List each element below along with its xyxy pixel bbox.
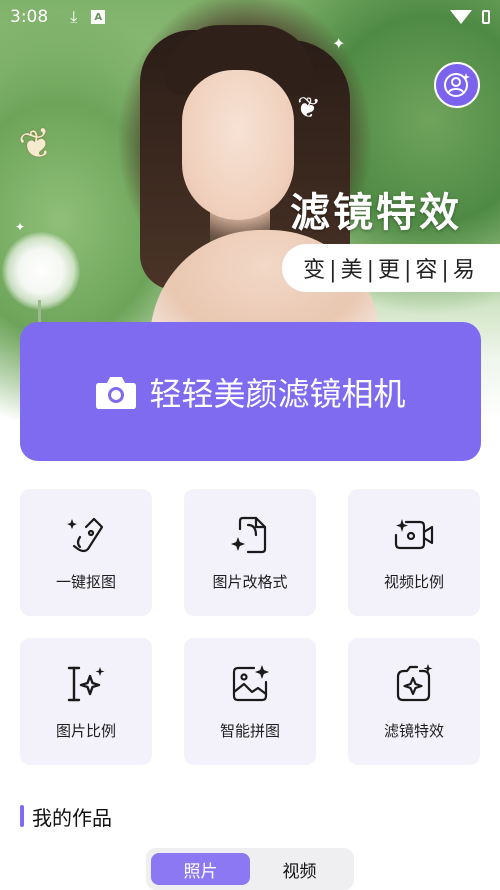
status-bar: 3:08 ⤓ A	[0, 0, 500, 34]
feature-smart-collage[interactable]: 智能拼图	[184, 638, 316, 765]
status-time: 3:08	[10, 7, 49, 27]
file-convert-icon	[231, 516, 267, 554]
video-ratio-icon	[394, 519, 434, 550]
smart-collage-icon	[232, 665, 269, 702]
hero-subtitle: 变|美|更|容|易	[282, 244, 500, 292]
image-ratio-icon	[67, 666, 105, 702]
user-sparkle-icon	[444, 73, 470, 97]
beauty-camera-button[interactable]: 轻轻美颜滤镜相机	[20, 322, 481, 461]
hero-photo-face	[182, 70, 294, 220]
section-accent-bar	[20, 805, 24, 827]
tab-photos[interactable]: 照片	[151, 853, 250, 885]
my-works-header: 我的作品	[20, 802, 112, 830]
feature-video-ratio[interactable]: 视频比例	[348, 489, 480, 616]
beauty-camera-label: 轻轻美颜滤镜相机	[149, 374, 406, 413]
hero-title: 滤镜特效	[290, 189, 462, 236]
butterfly-icon: ❦	[14, 118, 59, 172]
battery-icon	[482, 10, 490, 24]
sparkle-icon: ✦	[15, 220, 26, 234]
camera-icon	[96, 376, 137, 409]
a-notification-icon: A	[91, 10, 106, 24]
filter-effect-icon	[396, 664, 433, 702]
download-icon: ⤓	[70, 7, 78, 26]
magic-cutout-icon	[67, 517, 104, 553]
tab-videos[interactable]: 视频	[250, 853, 349, 885]
wifi-icon	[450, 10, 472, 24]
works-tab-switcher: 照片 视频	[146, 848, 354, 890]
dandelion-decoration	[2, 232, 80, 310]
feature-filter-effect[interactable]: 滤镜特效	[348, 638, 480, 765]
butterfly-icon: ❦	[293, 89, 323, 126]
feature-label: 图片比例	[55, 722, 116, 740]
sparkle-icon: ✦	[332, 34, 346, 53]
feature-cutout[interactable]: 一键抠图	[20, 489, 152, 616]
feature-format-convert[interactable]: 图片改格式	[184, 489, 316, 616]
feature-label: 视频比例	[383, 573, 444, 591]
feature-image-ratio[interactable]: 图片比例	[20, 638, 152, 765]
feature-grid: 一键抠图 图片改格式 视频比例 图片比例 智能拼图 滤镜特效	[20, 489, 481, 765]
feature-label: 智能拼图	[219, 722, 280, 740]
my-works-title: 我的作品	[32, 805, 112, 830]
feature-label: 滤镜特效	[383, 722, 444, 740]
profile-button[interactable]	[434, 62, 480, 108]
feature-label: 一键抠图	[55, 573, 116, 591]
feature-label: 图片改格式	[212, 573, 288, 591]
